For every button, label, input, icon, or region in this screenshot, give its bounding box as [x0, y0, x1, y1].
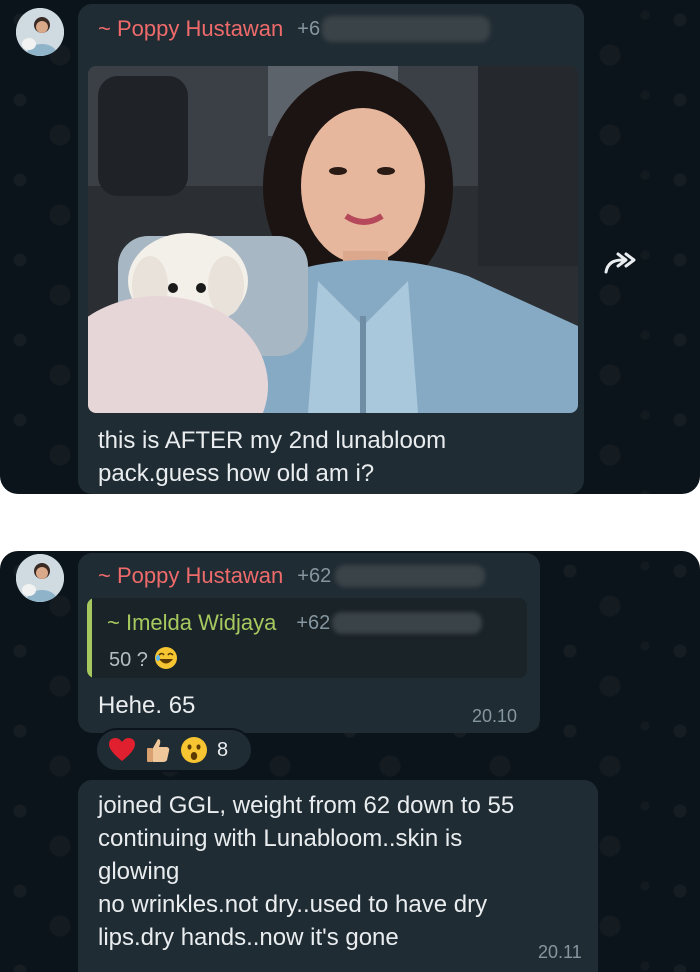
avatar-photo — [16, 554, 64, 602]
sender-phone: +6 — [297, 17, 321, 40]
message-time: 20.11 — [538, 942, 582, 962]
sender-avatar[interactable] — [16, 8, 64, 56]
redacted-phone — [332, 612, 483, 634]
quote-accent-bar — [87, 598, 92, 678]
quote-sender-name: ~ Imelda Widjaya — [107, 610, 277, 635]
redacted-phone — [322, 16, 491, 42]
forward-icon[interactable] — [600, 248, 644, 288]
selfie-image — [88, 66, 578, 413]
heart-icon — [107, 735, 137, 765]
selfie-photo[interactable] — [88, 66, 578, 413]
message-text: Hehe. 65 — [98, 692, 196, 719]
message-text-line: lips.dry hands..now it's gone — [98, 924, 399, 951]
sender-name[interactable]: ~ Poppy Hustawan — [98, 16, 283, 42]
message-text-line: pack.guess how old am i? — [98, 460, 375, 487]
message-text-line: this is AFTER my 2nd lunabloom — [98, 427, 447, 454]
quoted-message[interactable]: ~ Imelda Widjaya +62 50 ? — [87, 598, 527, 678]
thumbs-up-icon — [143, 735, 173, 765]
message-text-block: this is AFTER my 2nd lunabloom pack.gues… — [98, 424, 568, 490]
chat-panel-top: ~ Poppy Hustawan +6 this is AFTER my 2nd… — [0, 0, 700, 494]
surprised-face-icon — [179, 735, 209, 765]
quote-body: 50 ? — [109, 646, 178, 675]
redacted-phone — [335, 565, 486, 587]
avatar-photo — [16, 8, 64, 56]
quote-text: 50 ? — [109, 649, 148, 671]
sender-name[interactable]: ~ Poppy Hustawan — [98, 563, 283, 589]
message-text-line: continuing with Lunabloom..skin is — [98, 825, 463, 852]
laughing-emoji-icon — [154, 646, 178, 675]
sender-avatar[interactable] — [16, 554, 64, 602]
quote-header: ~ Imelda Widjaya +62 — [107, 610, 483, 636]
quote-sender-phone: +62 — [296, 611, 331, 634]
message-text-line: no wrinkles.not dry..used to have dry — [98, 891, 488, 918]
sender-header: ~ Poppy Hustawan +62 — [98, 563, 486, 589]
sender-phone: +62 — [297, 564, 332, 587]
message-time: 20.10 — [472, 706, 518, 726]
message-text-block: joined GGL, weight from 62 down to 55 co… — [98, 789, 594, 954]
sender-header: ~ Poppy Hustawan +6 — [98, 16, 491, 42]
reaction-count: 8 — [217, 738, 229, 761]
message-text-line: joined GGL, weight from 62 down to 55 — [98, 792, 515, 819]
reactions-bar[interactable]: 8 — [95, 728, 253, 772]
message-text-line: glowing — [98, 858, 180, 885]
